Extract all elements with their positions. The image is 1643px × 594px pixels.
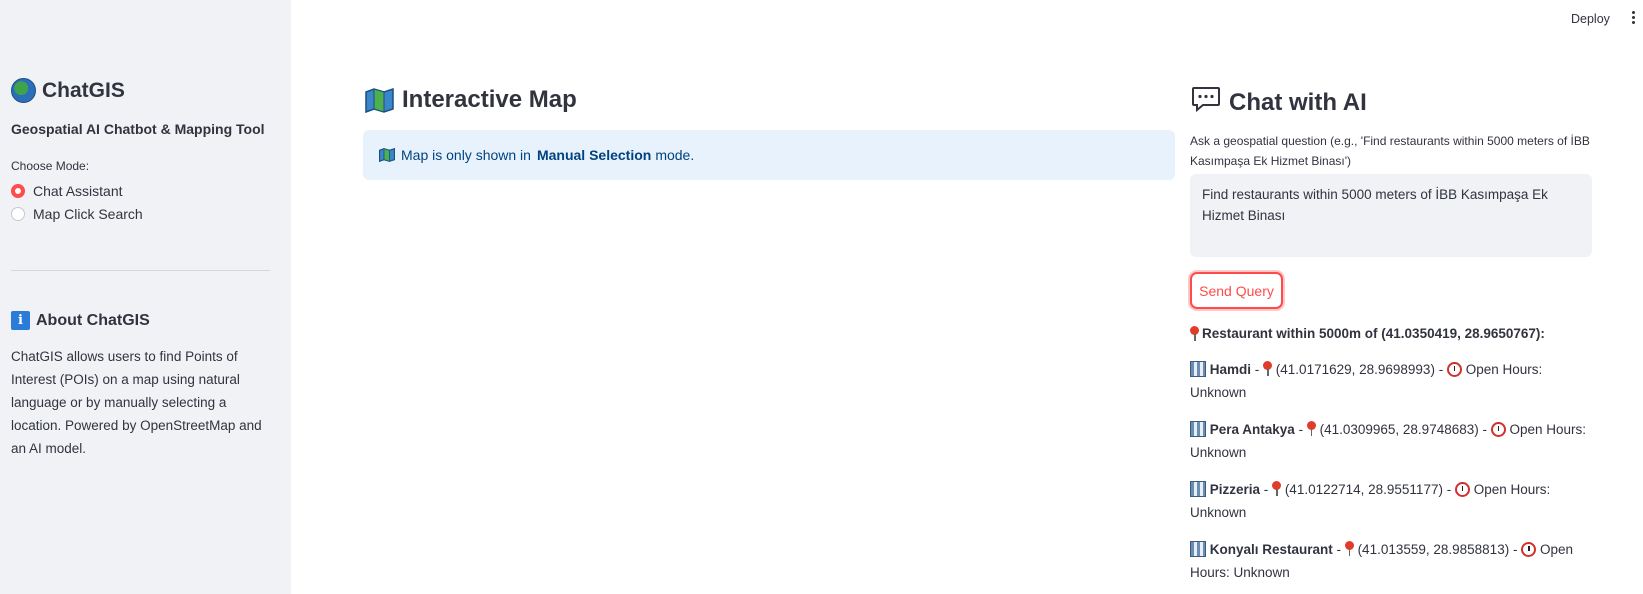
speech-bubble-icon xyxy=(1191,86,1221,119)
info-prefix: Map is only shown in xyxy=(401,147,531,163)
results-list: Restaurant within 5000m of (41.0350419, … xyxy=(1190,322,1600,584)
list-item: Pizzeria - (41.0122714, 28.9551177) - Op… xyxy=(1190,481,1551,520)
results-heading-text: Restaurant within 5000m of (41.0350419, … xyxy=(1202,325,1545,341)
pin-icon xyxy=(1263,361,1273,376)
send-query-button[interactable]: Send Query xyxy=(1190,272,1283,309)
radio-indicator[interactable] xyxy=(11,207,25,221)
sidebar-divider xyxy=(11,270,270,271)
poi-hours-label: Open Hours: xyxy=(1473,482,1551,497)
poi-hours-label: Open Hours: xyxy=(1465,362,1543,377)
building-icon xyxy=(1190,541,1206,557)
poi-hours: Unknown xyxy=(1190,505,1247,520)
about-heading-text: About ChatGIS xyxy=(36,311,150,329)
app-title-text: ChatGIS xyxy=(42,78,125,102)
deploy-button[interactable]: Deploy xyxy=(1571,12,1610,26)
about-heading: i About ChatGIS xyxy=(11,311,150,330)
alarm-clock-icon xyxy=(1454,482,1470,497)
map-info-alert: Map is only shown in Manual Selection mo… xyxy=(363,130,1175,180)
map-panel-title: Interactive Map xyxy=(365,86,577,114)
map-icon xyxy=(379,147,395,163)
map-icon xyxy=(365,87,394,113)
list-item: Konyalı Restaurant - (41.013559, 28.9858… xyxy=(1190,541,1573,580)
poi-hours-label: Open Hours: xyxy=(1509,422,1587,437)
radio-map-click-search[interactable]: Map Click Search xyxy=(11,206,143,222)
poi-coords: (41.0171629, 28.9698993) xyxy=(1275,362,1435,377)
pin-icon xyxy=(1190,325,1199,341)
info-suffix: mode. xyxy=(655,147,695,163)
list-item: Hamdi - (41.0171629, 28.9698993) - Open … xyxy=(1190,361,1543,400)
radio-label: Chat Assistant xyxy=(33,183,123,199)
poi-name: Hamdi xyxy=(1209,362,1252,377)
sidebar: ChatGIS Geospatial AI Chatbot & Mapping … xyxy=(0,0,291,594)
poi-hours: Unknown xyxy=(1190,385,1247,400)
info-bold: Manual Selection xyxy=(536,147,652,163)
info-icon: i xyxy=(11,311,30,330)
app-title: ChatGIS xyxy=(11,78,125,103)
radio-chat-assistant[interactable]: Chat Assistant xyxy=(11,183,123,199)
poi-hours: Unknown xyxy=(1190,445,1247,460)
poi-coords: (41.0122714, 28.9551177) xyxy=(1284,482,1443,497)
poi-name: Pizzeria xyxy=(1209,482,1261,497)
pin-icon xyxy=(1344,541,1354,556)
building-icon xyxy=(1190,421,1206,437)
list-item: Pera Antakya - (41.0309965, 28.9748683) … xyxy=(1190,421,1587,460)
alarm-clock-icon xyxy=(1446,362,1462,377)
map-title-text: Interactive Map xyxy=(402,86,577,113)
poi-coords: (41.013559, 28.9858813) xyxy=(1357,542,1510,557)
poi-name: Konyalı Restaurant xyxy=(1209,542,1333,557)
building-icon xyxy=(1190,481,1206,497)
query-textarea[interactable]: Find restaurants within 5000 meters of İ… xyxy=(1190,174,1592,257)
pin-icon xyxy=(1306,421,1316,436)
poi-name: Pera Antakya xyxy=(1209,422,1295,437)
radio-label: Map Click Search xyxy=(33,206,143,222)
query-label: Ask a geospatial question (e.g., 'Find r… xyxy=(1190,134,1590,168)
mode-label: Choose Mode: xyxy=(11,159,90,173)
poi-coords: (41.0309965, 28.9748683) xyxy=(1319,422,1479,437)
chat-panel-title: Chat with AI xyxy=(1191,86,1367,119)
kebab-menu-icon[interactable] xyxy=(1630,11,1636,27)
chat-title-text: Chat with AI xyxy=(1229,88,1367,116)
alarm-clock-icon xyxy=(1490,422,1506,437)
app-subtitle: Geospatial AI Chatbot & Mapping Tool xyxy=(11,121,265,137)
alarm-clock-icon xyxy=(1521,542,1537,557)
pin-icon xyxy=(1272,481,1282,496)
poi-hours: Unknown xyxy=(1233,565,1290,580)
about-text: ChatGIS allows users to find Points of I… xyxy=(11,349,262,456)
building-icon xyxy=(1190,361,1206,377)
globe-icon xyxy=(11,78,36,103)
results-heading: Restaurant within 5000m of (41.0350419, … xyxy=(1190,322,1600,344)
radio-indicator[interactable] xyxy=(11,184,25,198)
